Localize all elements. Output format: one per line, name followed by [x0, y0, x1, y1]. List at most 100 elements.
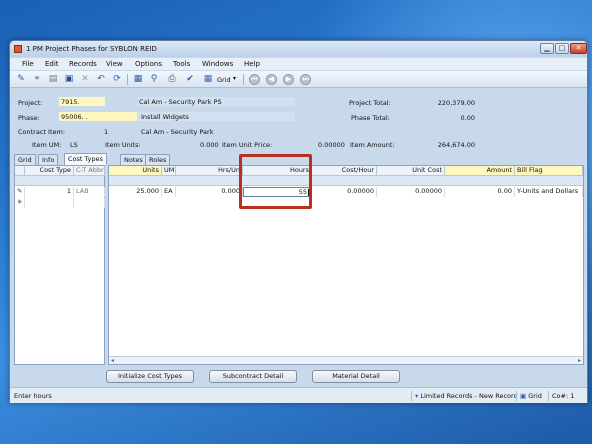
undo-icon[interactable]: ↶: [94, 73, 108, 86]
menu-options[interactable]: Options: [135, 60, 162, 68]
hours-highlight-box: [239, 154, 312, 209]
chevron-down-icon[interactable]: ▾: [233, 75, 236, 82]
cell-ct-abbr: LAB: [74, 187, 105, 197]
menu-windows[interactable]: Windows: [202, 60, 233, 68]
project-total-value: 220,379.00: [437, 99, 475, 107]
filter-row: [15, 176, 104, 186]
window-title: 1 PM Project Phases for SYBLON REID: [26, 45, 157, 53]
item-um-label: Item UM:: [32, 141, 62, 149]
status-message: Enter hours: [14, 392, 52, 400]
status-bar: Enter hours ▾ Limited Records - New Reco…: [10, 387, 587, 403]
last-record-icon[interactable]: ⏭: [300, 74, 311, 85]
horizontal-scrollbar[interactable]: ◂ ▸: [109, 356, 583, 364]
column-header-bill-flag[interactable]: Bill Flag: [515, 166, 583, 176]
tab-roles[interactable]: Roles: [145, 154, 171, 165]
grid-dropdown-label[interactable]: Grid: [217, 76, 231, 84]
calculator-icon[interactable]: ▦: [131, 73, 145, 86]
tab-info[interactable]: Info: [38, 154, 59, 165]
new-row-cell[interactable]: [74, 198, 105, 208]
item-units-label: Item Units:: [105, 141, 141, 149]
new-row-cell[interactable]: [25, 198, 74, 208]
edit-pencil-icon: ✎: [15, 187, 25, 197]
material-detail-button[interactable]: Material Detail: [312, 370, 400, 383]
next-record-icon[interactable]: ▶: [283, 74, 294, 85]
menu-bar: File Edit Records View Options Tools Win…: [10, 58, 587, 70]
tab-grid[interactable]: Grid: [14, 154, 36, 165]
menu-view[interactable]: View: [106, 60, 123, 68]
grid-icon[interactable]: ▦: [201, 73, 215, 86]
column-header-ct-abbr[interactable]: C-T Abbr: [74, 166, 105, 176]
limited-records-text: Limited Records - New Record: [420, 392, 518, 400]
filter-row: [109, 176, 583, 186]
tab-notes[interactable]: Notes: [120, 154, 147, 165]
item-um-value: LS: [70, 141, 78, 149]
subcontract-detail-button[interactable]: Subcontract Detail: [209, 370, 297, 383]
spellcheck-icon[interactable]: ✔: [183, 73, 197, 86]
column-header-units[interactable]: Units: [109, 166, 162, 176]
close-button[interactable]: ✕: [570, 43, 587, 54]
contract-item-label: Contract Item:: [18, 128, 66, 136]
grid-status-text: Grid: [528, 392, 542, 400]
column-header-hrs-un[interactable]: Hrs/Un: [176, 166, 243, 176]
row-selector-header: [15, 166, 25, 176]
attachment-icon[interactable]: ⚲: [147, 73, 161, 86]
minimize-button[interactable]: ▁: [540, 43, 554, 54]
toolbar: ✎ ⚭ ▤ ▣ ✕ ↶ ⟳ ▦ ⚲ ⎙ ✔ ▦ Grid ▾ ⏮ ◀ ▶ ⏭: [10, 71, 587, 88]
properties-icon[interactable]: ✎: [14, 73, 28, 86]
monitor-icon: ▣: [520, 392, 527, 400]
cell-units[interactable]: 25.000: [109, 187, 162, 197]
initialize-cost-types-button[interactable]: Initialize Cost Types: [106, 370, 194, 383]
item-amount-value: 264,674.00: [437, 141, 475, 149]
grid-status: ▣ Grid: [516, 391, 542, 401]
menu-records[interactable]: Records: [69, 60, 97, 68]
cell-unit-cost[interactable]: 0.00000: [377, 187, 445, 197]
column-header-unit-cost[interactable]: Unit Cost: [377, 166, 445, 176]
item-unit-price-label: Item Unit Price:: [222, 141, 273, 149]
maximize-button[interactable]: □: [555, 43, 569, 54]
print-icon[interactable]: ⎙: [165, 73, 179, 86]
new-row-icon: ✳: [15, 198, 25, 208]
cell-cost-type[interactable]: 1: [25, 187, 74, 197]
phase-total-value: 0.00: [460, 114, 475, 122]
delete-icon[interactable]: ✕: [78, 73, 92, 86]
previous-record-icon[interactable]: ◀: [266, 74, 277, 85]
menu-file[interactable]: File: [22, 60, 34, 68]
tab-cost-types[interactable]: Cost Types: [64, 153, 107, 165]
cell-amount[interactable]: 0.00: [445, 187, 515, 197]
database-icon[interactable]: ▤: [46, 73, 60, 86]
first-record-icon[interactable]: ⏮: [249, 74, 260, 85]
header-form: Project: 7915. Cal Am - Security Park PS…: [10, 90, 587, 150]
item-unit-price-value: 0.00000: [318, 141, 345, 149]
column-header-amount[interactable]: Amount: [445, 166, 515, 176]
limited-records-status: ▾ Limited Records - New Record: [411, 391, 518, 401]
project-label: Project:: [18, 99, 43, 107]
cell-um[interactable]: EA: [162, 187, 176, 197]
save-icon[interactable]: ▣: [62, 73, 76, 86]
item-amount-label: Item Amount:: [350, 141, 395, 149]
contract-item-value: 1: [104, 128, 109, 136]
scroll-left-icon[interactable]: ◂: [111, 357, 114, 364]
menu-edit[interactable]: Edit: [45, 60, 59, 68]
cell-bill-flag[interactable]: Y-Units and Dollars: [515, 187, 583, 197]
phase-label: Phase:: [18, 114, 40, 122]
item-units-value: 0.000: [200, 141, 219, 149]
phase-field[interactable]: 95006. .: [59, 112, 137, 121]
filter-icon: ▾: [415, 392, 419, 400]
link-icon[interactable]: ⚭: [30, 73, 44, 86]
title-bar[interactable]: 1 PM Project Phases for SYBLON REID ▁ □ …: [10, 41, 587, 57]
column-header-cost-type[interactable]: Cost Type: [25, 166, 74, 176]
phase-description: Install Widgets: [137, 112, 295, 121]
cost-detail-grid: Units UM Hrs/Un Hours Cost/Hour Unit Cos…: [108, 165, 584, 365]
menu-tools[interactable]: Tools: [173, 60, 190, 68]
company-status: Co#: 1: [548, 391, 574, 401]
column-header-um[interactable]: UM: [162, 166, 176, 176]
scroll-right-icon[interactable]: ▸: [578, 357, 581, 364]
toolbar-separator: [127, 74, 128, 85]
refresh-icon[interactable]: ⟳: [110, 73, 124, 86]
project-field[interactable]: 7915.: [59, 97, 105, 106]
menu-help[interactable]: Help: [244, 60, 260, 68]
cell-cost-hour[interactable]: 0.00000: [312, 187, 377, 197]
action-bar: Initialize Cost Types Subcontract Detail…: [10, 367, 587, 386]
column-header-cost-hour[interactable]: Cost/Hour: [312, 166, 377, 176]
cell-hrs-un[interactable]: 0.000: [176, 187, 243, 197]
